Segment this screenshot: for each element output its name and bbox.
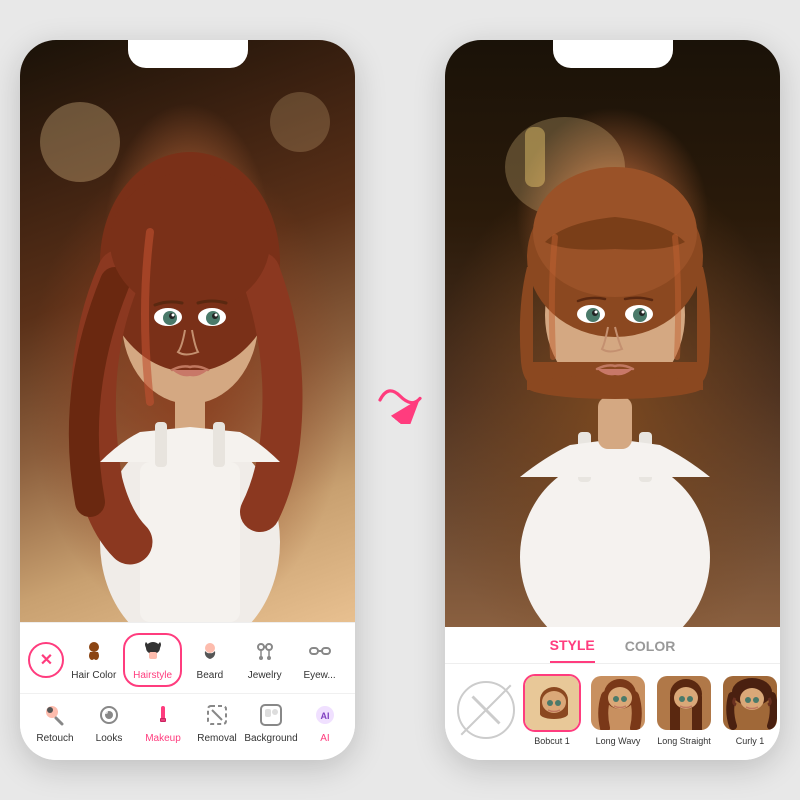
app-container: ✕ Hair Color Hairstyle	[0, 0, 800, 800]
makeup-icon	[152, 704, 174, 730]
close-icon: ✕	[40, 650, 53, 670]
makeup-label: Makeup	[145, 733, 181, 744]
tool-looks[interactable]: Looks	[82, 700, 136, 748]
notch-right	[553, 40, 673, 68]
bobcut1-preview	[525, 676, 581, 732]
tab-style[interactable]: STYLE	[550, 637, 595, 663]
photo-left-bg	[20, 40, 355, 622]
tool-jewelry[interactable]: Jewelry	[238, 635, 292, 685]
beard-label: Beard	[197, 670, 224, 681]
ai-icon: AI	[314, 704, 336, 730]
removal-label: Removal	[197, 733, 236, 744]
tool-removal[interactable]: Removal	[190, 700, 244, 748]
arrow-container	[375, 376, 425, 424]
style-thumb-longstraight	[655, 674, 713, 732]
style-option-longstraight[interactable]: Long Straight	[655, 674, 713, 746]
looks-label: Looks	[96, 733, 123, 744]
removal-icon	[206, 704, 228, 730]
jewelry-label: Jewelry	[248, 670, 282, 681]
close-button[interactable]: ✕	[28, 642, 64, 678]
transition-arrow	[376, 376, 424, 424]
retouch-label: Retouch	[36, 733, 73, 744]
style-options-list: Bobcut 1	[445, 664, 780, 760]
longstraight-label: Long Straight	[657, 736, 711, 746]
curly1-preview	[723, 676, 779, 732]
style-thumb-curly1	[721, 674, 779, 732]
eyewear-icon	[308, 639, 332, 667]
style-option-bobcut1[interactable]: Bobcut 1	[523, 674, 581, 746]
tool-eyewear[interactable]: Eyew...	[293, 635, 347, 685]
photo-area-left	[20, 40, 355, 622]
style-option-longwavy[interactable]: Long Wavy	[589, 674, 647, 746]
hair-color-icon	[82, 639, 106, 667]
none-icon	[459, 682, 513, 738]
beard-icon	[198, 639, 222, 667]
notch-left	[128, 40, 248, 68]
toolbar-top-row: ✕ Hair Color Hairstyle	[20, 623, 355, 694]
ai-label: AI	[320, 733, 329, 744]
tool-ai[interactable]: AI AI	[298, 700, 352, 748]
tool-hair-color[interactable]: Hair Color	[65, 635, 122, 685]
woman-illustration-right	[445, 67, 780, 627]
phone-right: STYLE COLOR	[445, 40, 780, 760]
tab-color[interactable]: COLOR	[625, 638, 676, 662]
photo-right-bg	[445, 40, 780, 627]
jewelry-icon	[253, 639, 277, 667]
toolbar-bottom-row: Retouch Looks Makeup	[20, 694, 355, 760]
bobcut1-label: Bobcut 1	[534, 736, 570, 746]
hairstyle-label: Hairstyle	[133, 670, 172, 681]
longwavy-label: Long Wavy	[596, 736, 641, 746]
hair-color-label: Hair Color	[71, 670, 116, 681]
style-option-curly1[interactable]: Curly 1	[721, 674, 779, 746]
eyewear-label: Eyew...	[303, 670, 335, 681]
svg-text:AI: AI	[321, 711, 330, 721]
style-thumb-bobcut1	[523, 674, 581, 732]
style-tabs: STYLE COLOR	[445, 627, 780, 664]
toolbar-left: ✕ Hair Color Hairstyle	[20, 622, 355, 760]
background-label: Background	[244, 733, 297, 744]
looks-icon	[98, 704, 120, 730]
longwavy-preview	[591, 676, 647, 732]
background-icon	[260, 704, 282, 730]
tool-background[interactable]: Background	[244, 700, 298, 748]
tool-makeup[interactable]: Makeup	[136, 700, 190, 748]
woman-illustration-left	[20, 62, 355, 622]
longstraight-preview	[657, 676, 713, 732]
tool-beard[interactable]: Beard	[183, 635, 237, 685]
tool-hairstyle[interactable]: Hairstyle	[123, 633, 182, 687]
style-thumb-longwavy	[589, 674, 647, 732]
hairstyle-icon	[141, 639, 165, 667]
style-thumb-none	[457, 681, 515, 739]
retouch-icon	[44, 704, 66, 730]
tool-retouch[interactable]: Retouch	[28, 700, 82, 748]
style-panel: STYLE COLOR	[445, 627, 780, 760]
style-option-none[interactable]	[457, 681, 515, 739]
photo-area-right	[445, 40, 780, 627]
phone-left: ✕ Hair Color Hairstyle	[20, 40, 355, 760]
curly1-label: Curly 1	[736, 736, 765, 746]
